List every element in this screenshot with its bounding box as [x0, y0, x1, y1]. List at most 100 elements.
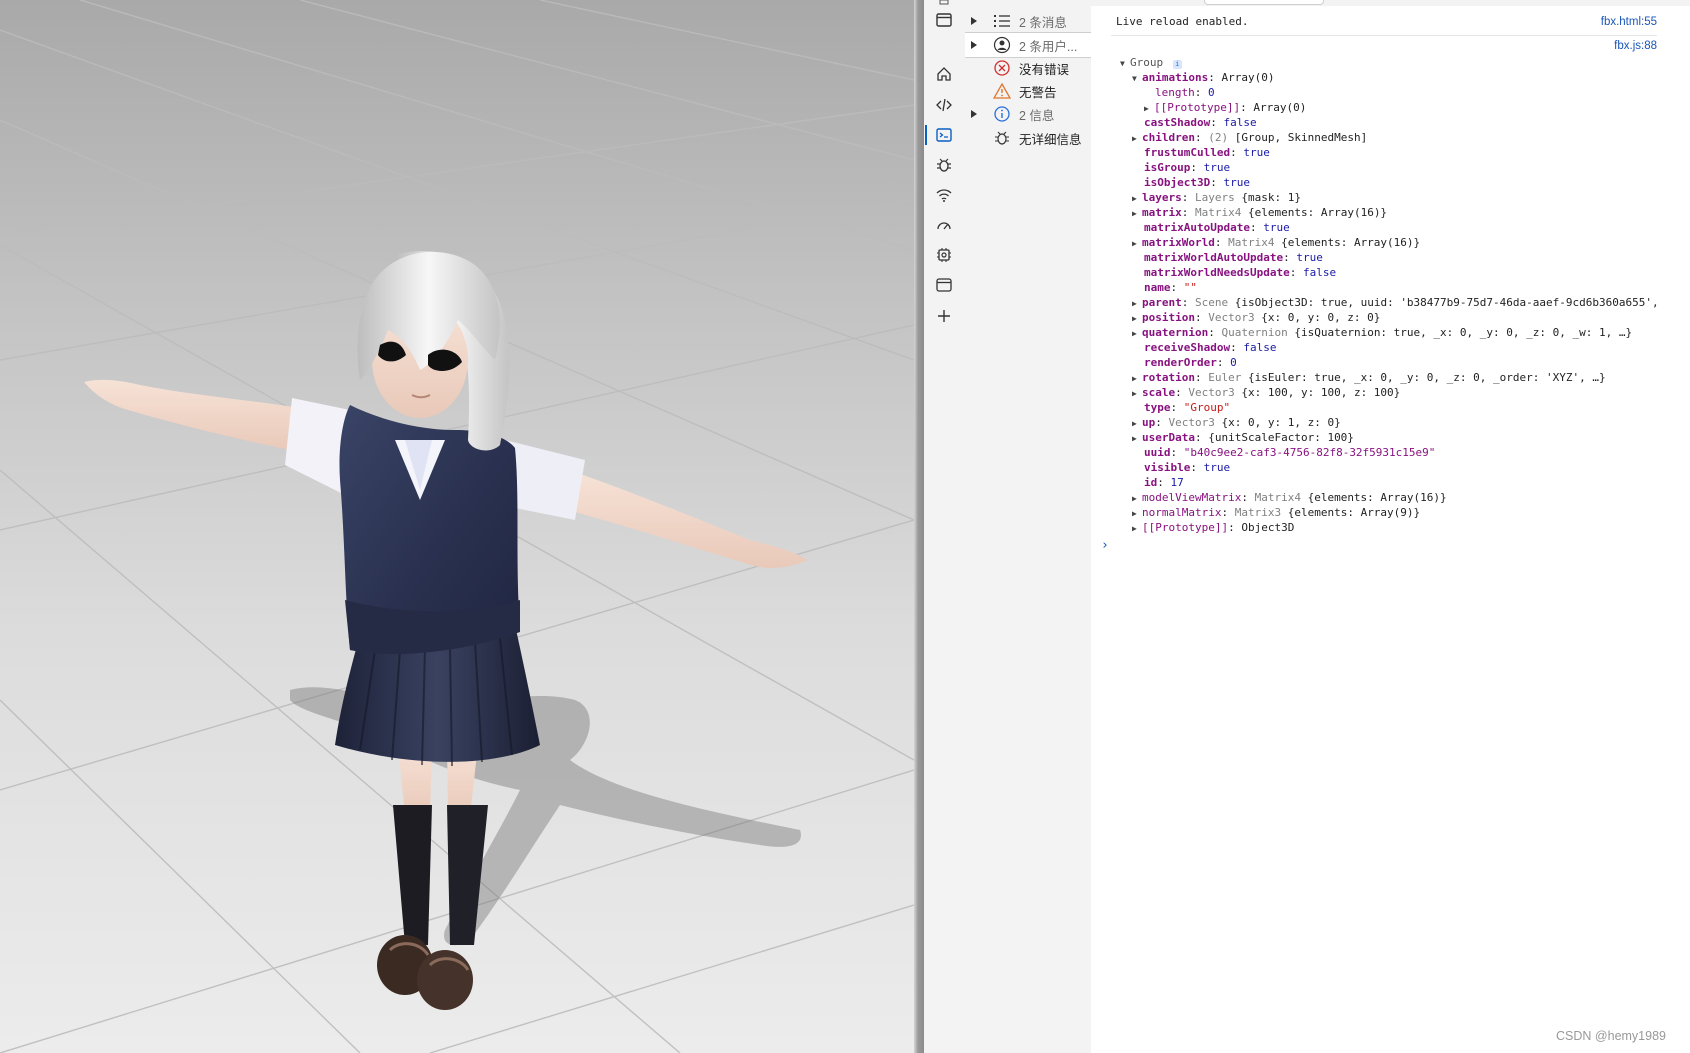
prop-layers[interactable]: ▶ layers: Layers {mask: 1} — [1132, 191, 1301, 205]
prop-quaternion[interactable]: ▶ quaternion: Quaternion {isQuaternion: t… — [1132, 326, 1632, 340]
expand-arrow-icon[interactable]: ▶ — [1132, 237, 1142, 251]
prop-normalMatrix[interactable]: ▶ normalMatrix: Matrix3 {elements: Array(… — [1132, 506, 1420, 520]
expand-arrow-icon[interactable]: ▶ — [1132, 492, 1142, 506]
sidebar-item-label: 无警告 — [1019, 85, 1057, 100]
prop-renderOrder: renderOrder: 0 — [1144, 356, 1237, 369]
sidebar-item-verbose[interactable]: 无详细信息 — [965, 126, 1091, 150]
prop-isObject3D: isObject3D: true — [1144, 176, 1250, 189]
expand-arrow-icon[interactable] — [965, 16, 983, 26]
console-sidebar: 2 条消息 2 条用户... 没有错误 无警告 2 信息 无详细信息 — [965, 0, 1092, 1053]
prop-animations[interactable]: ▼ animations: Array(0) — [1132, 71, 1274, 85]
source-link[interactable]: fbx.html:55 — [1601, 16, 1657, 28]
prop-prototype-object3d[interactable]: ▶ [[Prototype]]: Object3D — [1132, 521, 1294, 535]
info-icon — [991, 105, 1013, 123]
prop-id: id: 17 — [1144, 476, 1184, 489]
prop-isGroup: isGroup: true — [1144, 161, 1231, 174]
three-viewport[interactable] — [0, 0, 914, 1053]
devtools-panel: 2 条消息 2 条用户... 没有错误 无警告 2 信息 无详细信息 Live … — [924, 0, 1690, 1053]
log-separator — [1111, 35, 1657, 36]
console-icon[interactable] — [925, 123, 956, 147]
warning-icon — [991, 82, 1013, 100]
sidebar-item-warnings[interactable]: 无警告 — [965, 79, 1091, 103]
debugger-bug-icon[interactable] — [932, 153, 956, 177]
expand-arrow-icon[interactable]: ▶ — [1132, 387, 1142, 401]
toolbar-tab[interactable] — [1204, 0, 1324, 5]
expand-arrow-icon[interactable] — [965, 109, 983, 119]
scroll-stub-icon — [932, 0, 956, 6]
sidebar-item-label: 2 条消息 — [1019, 15, 1067, 30]
prop-matrixWorld[interactable]: ▶ matrixWorld: Matrix4 {elements: Array(1… — [1132, 236, 1420, 250]
prop-userData[interactable]: ▶ userData: {unitScaleFactor: 100} — [1132, 431, 1354, 445]
sidebar-item-messages[interactable]: 2 条消息 — [965, 9, 1091, 33]
console-prompt[interactable]: › — [1101, 538, 1109, 553]
expand-arrow-icon[interactable]: ▶ — [1132, 207, 1142, 221]
log-message: Live reload enabled. — [1116, 15, 1249, 28]
collapse-arrow-icon[interactable]: ▼ — [1120, 57, 1130, 71]
character-legs — [377, 745, 488, 1010]
expand-arrow-icon[interactable]: ▶ — [1132, 297, 1142, 311]
sidebar-item-label: 无详细信息 — [1019, 132, 1082, 147]
sidebar-item-label: 没有错误 — [1019, 62, 1070, 77]
user-icon — [991, 36, 1013, 54]
sidebar-item-label: 2 信息 — [1019, 108, 1055, 123]
prop-matrixAutoUpdate: matrixAutoUpdate: true — [1144, 221, 1290, 234]
console-output[interactable]: Live reload enabled. fbx.html:55 fbx.js:… — [1091, 6, 1690, 1053]
source-link[interactable]: fbx.js:88 — [1614, 40, 1657, 52]
character-arm-right — [575, 472, 808, 568]
network-wifi-icon[interactable] — [932, 183, 956, 207]
prop-modelViewMatrix[interactable]: ▶ modelViewMatrix: Matrix4 {elements: Arr… — [1132, 491, 1447, 505]
sidebar-item-label: 2 条用户... — [1019, 39, 1078, 54]
prop-up[interactable]: ▶ up: Vector3 {x: 0, y: 1, z: 0} — [1132, 416, 1341, 430]
expand-arrow-icon[interactable]: ▶ — [1132, 327, 1142, 341]
bug-icon — [991, 129, 1013, 147]
info-badge-icon[interactable]: i — [1172, 60, 1182, 69]
prop-prototype-array[interactable]: ▶ [[Prototype]]: Array(0) — [1144, 101, 1306, 115]
viewport-divider — [914, 0, 924, 1053]
prop-visible: visible: true — [1144, 461, 1231, 474]
expand-arrow-icon[interactable]: ▶ — [1132, 192, 1142, 206]
browser-window-icon[interactable] — [932, 8, 956, 32]
expand-arrow-icon[interactable]: ▶ — [1132, 507, 1142, 521]
error-icon — [991, 59, 1013, 77]
expand-arrow-icon[interactable]: ▶ — [1132, 372, 1142, 386]
performance-gauge-icon[interactable] — [932, 213, 956, 237]
prop-matrixWorldAutoUpdate: matrixWorldAutoUpdate: true — [1144, 251, 1323, 264]
prop-matrix[interactable]: ▶ matrix: Matrix4 {elements: Array(16)} — [1132, 206, 1387, 220]
sidebar-item-errors[interactable]: 没有错误 — [965, 56, 1091, 80]
expand-arrow-icon[interactable]: ▶ — [1132, 132, 1142, 146]
list-icon — [991, 13, 1013, 29]
character-arm-left — [84, 379, 300, 452]
collapse-arrow-icon[interactable]: ▼ — [1132, 72, 1142, 86]
expand-arrow-icon[interactable]: ▶ — [1132, 417, 1142, 431]
expand-arrow-icon[interactable]: ▶ — [1144, 102, 1154, 116]
object-root[interactable]: ▼ Group i — [1120, 56, 1182, 70]
activity-bar — [924, 0, 966, 1053]
prop-name: name: "" — [1144, 281, 1197, 294]
prop-parent[interactable]: ▶ parent: Scene {isObject3D: true, uuid: … — [1132, 296, 1659, 310]
expand-arrow-icon[interactable] — [965, 40, 983, 50]
prop-position[interactable]: ▶ position: Vector3 {x: 0, y: 0, z: 0} — [1132, 311, 1380, 325]
prop-length: length: 0 — [1155, 86, 1215, 99]
prop-children[interactable]: ▶ children: (2) [Group, SkinnedMesh] — [1132, 131, 1367, 145]
sidebar-item-info[interactable]: 2 信息 — [965, 102, 1091, 126]
prop-matrixWorldNeedsUpdate: matrixWorldNeedsUpdate: false — [1144, 266, 1337, 279]
expand-arrow-icon[interactable]: ▶ — [1132, 432, 1142, 446]
sidebar-item-user-messages[interactable]: 2 条用户... — [965, 32, 1091, 58]
expand-arrow-icon[interactable]: ▶ — [1132, 312, 1142, 326]
prop-castShadow: castShadow: false — [1144, 116, 1257, 129]
elements-code-icon[interactable] — [932, 93, 956, 117]
object-root-label: Group — [1130, 56, 1164, 69]
prop-receiveShadow: receiveShadow: false — [1144, 341, 1277, 354]
application-panel-icon[interactable] — [932, 273, 956, 297]
prop-uuid: uuid: "b40c9ee2-caf3-4756-82f8-32f5931c1… — [1144, 446, 1436, 459]
prop-type: type: "Group" — [1144, 401, 1231, 414]
more-tools-plus-icon[interactable] — [932, 304, 956, 328]
scene-canvas[interactable] — [0, 0, 914, 1053]
home-icon[interactable] — [932, 62, 956, 86]
prop-frustumCulled: frustumCulled: true — [1144, 146, 1270, 159]
expand-arrow-icon[interactable]: ▶ — [1132, 522, 1142, 536]
prop-rotation[interactable]: ▶ rotation: Euler {isEuler: true, _x: 0, … — [1132, 371, 1606, 385]
memory-chip-icon[interactable] — [932, 243, 956, 267]
prop-scale[interactable]: ▶ scale: Vector3 {x: 100, y: 100, z: 100} — [1132, 386, 1400, 400]
watermark: CSDN @hemy1989 — [1556, 1029, 1666, 1043]
